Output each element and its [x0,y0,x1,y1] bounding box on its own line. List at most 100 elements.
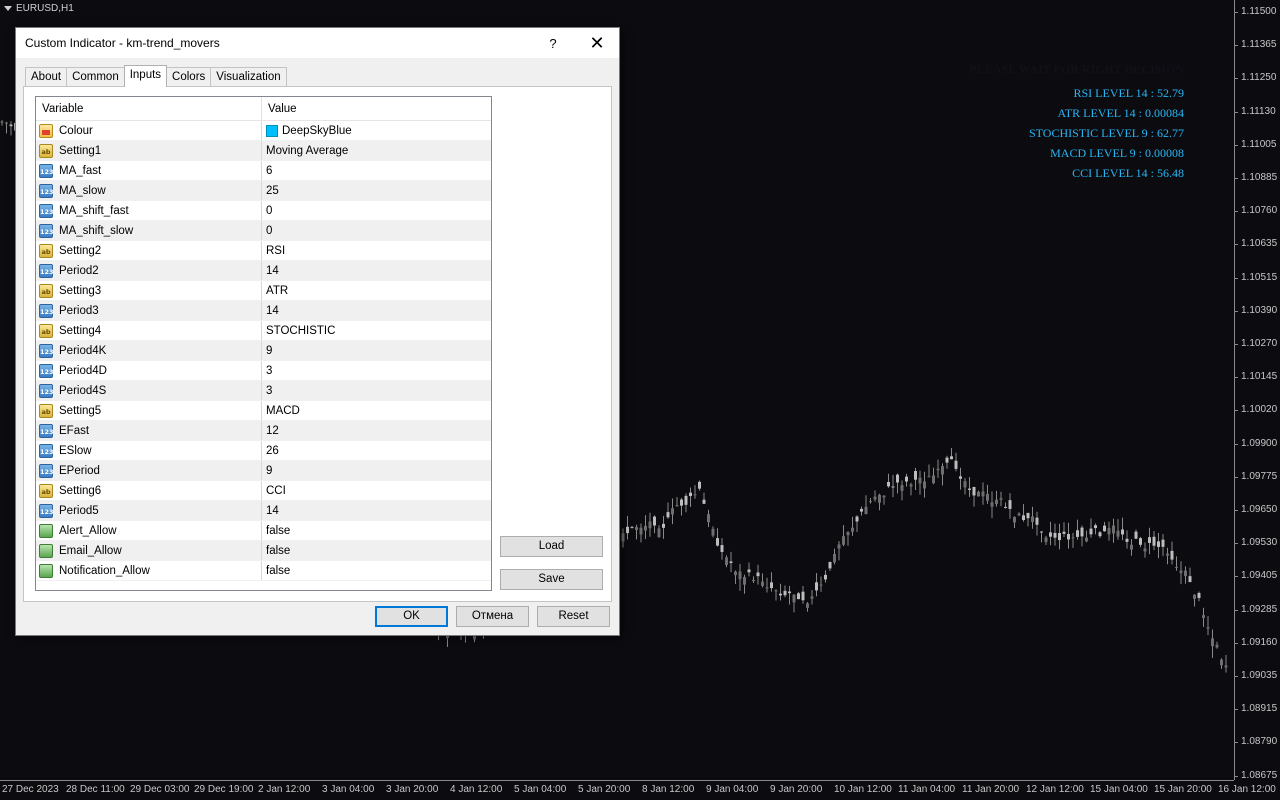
value-cell[interactable]: 0 [262,201,491,220]
numeric-param-icon: 123 [39,203,54,218]
table-row[interactable]: Email_Allow false [36,541,491,561]
table-row[interactable]: 123 Period4D 3 [36,361,491,381]
time-label: 29 Dec 19:00 [194,784,254,795]
tab-colors[interactable]: Colors [166,67,212,87]
cancel-button[interactable]: Отмена [456,606,529,627]
price-label: 1.08675 [1233,769,1278,781]
value-cell[interactable]: STOCHISTIC [262,321,491,340]
value-cell[interactable]: false [262,561,491,580]
price-axis[interactable]: 1.11500 1.11365 1.11250 1.11130 1.11005 1.108… [1233,0,1280,781]
variable-name: Email_Allow [59,544,122,557]
inputs-grid[interactable]: Variable Value Colour DeepSkyBlue ab Settin… [35,96,492,591]
price-label: 1.09160 [1233,636,1278,648]
load-button[interactable]: Load [500,536,603,557]
value-cell[interactable]: 9 [262,461,491,480]
price-label: 1.08790 [1233,736,1278,748]
column-header-variable[interactable]: Variable [36,97,262,120]
chevron-down-icon [4,6,12,11]
table-row[interactable]: ab Setting2 RSI [36,241,491,261]
value-cell[interactable]: 0 [262,221,491,240]
table-row[interactable]: 123 Period4K 9 [36,341,491,361]
value-cell[interactable]: Moving Average [262,141,491,160]
price-label: 1.10020 [1233,404,1278,416]
tab-inputs[interactable]: Inputs [123,65,168,87]
table-row[interactable]: 123 MA_slow 25 [36,181,491,201]
price-label: 1.10635 [1233,238,1278,250]
table-row[interactable]: 123 MA_fast 6 [36,161,491,181]
column-header-value[interactable]: Value [262,97,491,120]
indicator-level-text: ATR LEVEL 14 : 0.00084 [1057,106,1184,120]
close-icon[interactable]: ✕ [575,33,619,54]
boolean-param-icon [39,563,53,578]
value-cell[interactable]: 9 [262,341,491,360]
value-cell[interactable]: false [262,541,491,560]
tab-visualization[interactable]: Visualization [210,67,287,87]
table-row[interactable]: Alert_Allow false [36,521,491,541]
price-label: 1.11500 [1233,6,1277,17]
table-row[interactable]: ab Setting1 Moving Average [36,141,491,161]
value-cell[interactable]: 6 [262,161,491,180]
price-label: 1.09035 [1233,670,1278,681]
variable-cell: 123 Period5 [36,501,262,520]
value-cell[interactable]: 3 [262,361,491,380]
value-cell[interactable]: ATR [262,281,491,300]
variable-cell: 123 Period2 [36,261,262,280]
table-row[interactable]: 123 Period3 14 [36,301,491,321]
value-cell[interactable]: CCI [262,481,491,500]
reset-button[interactable]: Reset [537,606,610,627]
ok-button[interactable]: OK [375,606,448,627]
value-cell[interactable]: 25 [262,181,491,200]
help-button[interactable]: ? [531,36,575,51]
variable-name: EFast [59,424,90,437]
price-label: 1.11005 [1233,138,1277,150]
variable-name: Period3 [59,304,99,317]
value-cell[interactable]: 14 [262,501,491,520]
price-label: 1.10515 [1233,271,1278,283]
value-cell[interactable]: 12 [262,421,491,440]
indicator-level-text: MACD LEVEL 9 : 0.00008 [1050,146,1184,160]
table-row[interactable]: 123 MA_shift_fast 0 [36,201,491,221]
time-label: 27 Dec 2023 [2,784,59,795]
tab-about[interactable]: About [25,67,68,87]
value-cell[interactable]: MACD [262,401,491,420]
table-row[interactable]: ab Setting6 CCI [36,481,491,501]
table-row[interactable]: ab Setting3 ATR [36,281,491,301]
numeric-param-icon: 123 [39,303,54,318]
chart-symbol-label[interactable]: EURUSD,H1 [4,3,74,14]
value-cell[interactable]: 14 [262,301,491,320]
table-row[interactable]: 123 ESlow 26 [36,441,491,461]
table-row[interactable]: 123 EFast 12 [36,421,491,441]
table-row[interactable]: ab Setting4 STOCHISTIC [36,321,491,341]
save-button[interactable]: Save [500,569,603,590]
value-cell[interactable]: RSI [262,241,491,260]
variable-cell: 123 MA_shift_slow [36,221,262,240]
price-label: 1.11250 [1233,72,1277,84]
value-cell[interactable]: DeepSkyBlue [262,121,491,140]
value-cell[interactable]: 26 [262,441,491,460]
variable-cell: ab Setting6 [36,481,262,500]
table-row[interactable]: 123 Period2 14 [36,261,491,281]
variable-value: 14 [266,264,279,277]
value-cell[interactable]: false [262,521,491,540]
variable-name: MA_shift_fast [59,204,129,217]
time-axis[interactable]: 27 Dec 2023 28 Dec 11:00 29 Dec 03:00 29 De… [0,780,1276,800]
tab-common[interactable]: Common [66,67,125,87]
table-row[interactable]: 123 EPeriod 9 [36,461,491,481]
variable-value: 3 [266,364,273,377]
dialog-titlebar[interactable]: Custom Indicator - km-trend_movers ? ✕ [16,28,619,58]
table-row[interactable]: 123 MA_shift_slow 0 [36,221,491,241]
value-cell[interactable]: 14 [262,261,491,280]
time-label: 11 Jan 04:00 [898,784,956,795]
numeric-param-icon: 123 [39,423,54,438]
variable-cell: 123 Period4K [36,341,262,360]
table-row[interactable]: ab Setting5 MACD [36,401,491,421]
variable-value: 9 [266,464,273,477]
table-row[interactable]: 123 Period5 14 [36,501,491,521]
table-row[interactable]: 123 Period4S 3 [36,381,491,401]
time-label: 5 Jan 20:00 [578,784,631,795]
value-cell[interactable]: 3 [262,381,491,400]
time-label: 15 Jan 04:00 [1090,784,1148,795]
table-row[interactable]: Colour DeepSkyBlue [36,121,491,141]
table-row[interactable]: Notification_Allow false [36,561,491,581]
variable-cell: 123 MA_fast [36,161,262,180]
